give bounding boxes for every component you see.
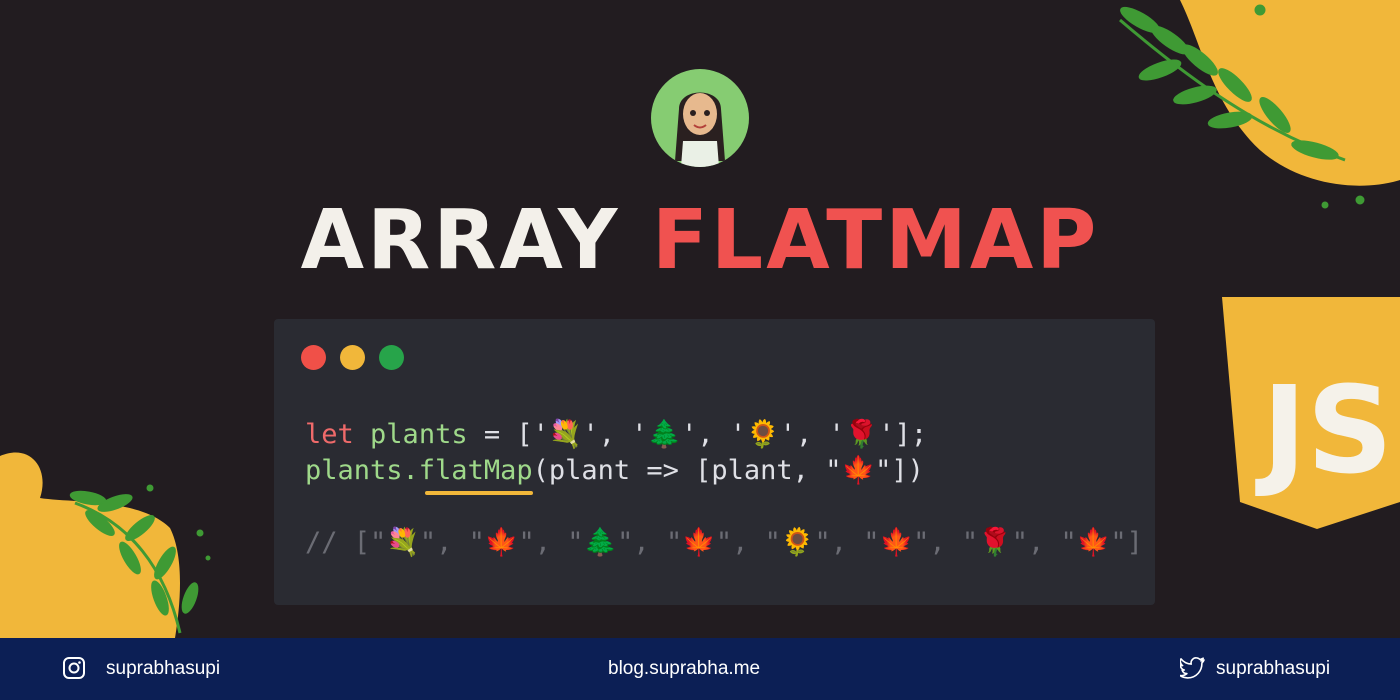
svg-text:JS: JS bbox=[1255, 362, 1393, 501]
code-line-2: plants.flatMap(plant => [plant, "🍁"]) bbox=[305, 453, 924, 489]
code-keyword: let bbox=[305, 419, 354, 450]
window-close-dot bbox=[301, 345, 326, 370]
twitter-handle[interactable]: suprabhasupi bbox=[1216, 657, 1330, 681]
title-word-flatmap: FLATMAP bbox=[651, 193, 1100, 288]
instagram-handle[interactable]: suprabhasupi bbox=[106, 657, 220, 681]
title-word-array: ARRAY bbox=[300, 193, 621, 288]
code-method: flatMap bbox=[418, 455, 533, 486]
twitter-icon[interactable] bbox=[1180, 656, 1206, 680]
blog-link[interactable]: blog.suprabha.me bbox=[608, 657, 760, 681]
footer-bar: suprabhasupi blog.suprabha.me suprabhasu… bbox=[0, 638, 1400, 700]
code-comment-output: // ["💐", "🍁", "🌲", "🍁", "🌻", "🍁", "🌹", "… bbox=[305, 527, 1143, 558]
code-identifier: plants bbox=[370, 419, 468, 450]
code-window: let plants = ['💐', '🌲', '🌻', '🌹']; plant… bbox=[274, 319, 1155, 605]
top-right-blob-decoration bbox=[1119, 0, 1400, 209]
bottom-left-blob-decoration bbox=[0, 452, 211, 638]
code-object: plants. bbox=[305, 455, 419, 486]
code-line-1: let plants = ['💐', '🌲', '🌻', '🌹']; bbox=[305, 417, 927, 453]
code-callback: (plant => [plant, "🍁"]) bbox=[532, 455, 924, 486]
code-array-literal: = ['💐', '🌲', '🌻', '🌹']; bbox=[467, 419, 928, 450]
instagram-icon[interactable] bbox=[62, 656, 86, 680]
avatar bbox=[651, 69, 749, 167]
method-underline bbox=[425, 491, 533, 495]
js-logo-icon: JS bbox=[1222, 297, 1400, 529]
page-title: ARRAY FLATMAP bbox=[0, 186, 1400, 296]
window-minimize-dot bbox=[340, 345, 365, 370]
window-maximize-dot bbox=[379, 345, 404, 370]
